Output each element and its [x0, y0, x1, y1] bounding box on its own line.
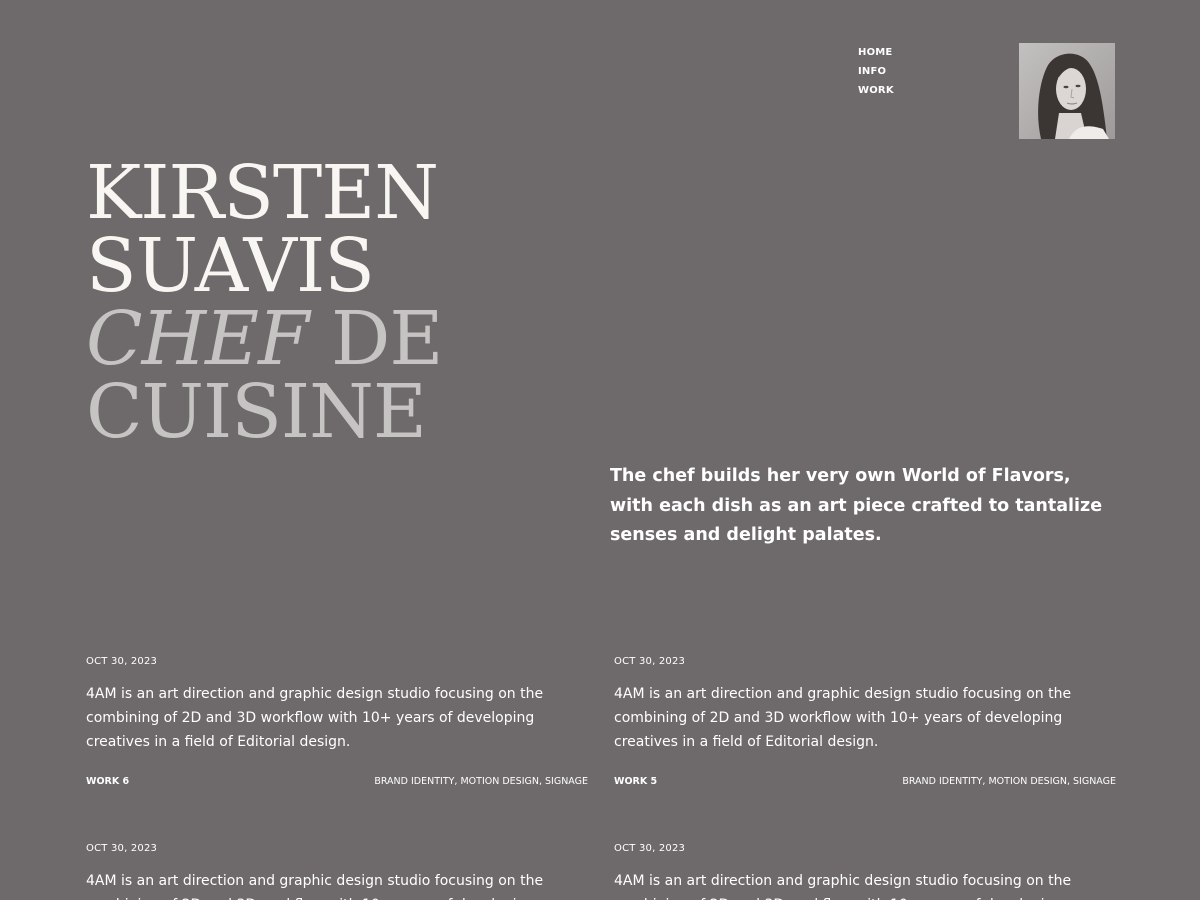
- work-footer: WORK 6 BRAND IDENTITY, MOTION DESIGN, SI…: [86, 775, 588, 789]
- hero-title: KIRSTEN SUAVIS CHEF DE CUISINE: [86, 150, 443, 455]
- nav-link-work[interactable]: WORK: [858, 81, 894, 100]
- hero-line-3: CHEF DE: [86, 302, 443, 376]
- work-date: OCT 30, 2023: [614, 843, 686, 854]
- hero-line-2: SUAVIS: [86, 223, 375, 309]
- work-footer: WORK 5 BRAND IDENTITY, MOTION DESIGN, SI…: [614, 775, 1116, 789]
- work-card[interactable]: OCT 30, 2023 4AM is an art direction and…: [614, 656, 1116, 789]
- work-date: OCT 30, 2023: [86, 843, 158, 854]
- portrait-image: [1019, 43, 1115, 139]
- hero-line-4: CUISINE: [86, 369, 427, 455]
- avatar: [1019, 43, 1115, 139]
- work-card[interactable]: OCT 30, 2023 4AM is an art direction and…: [86, 843, 588, 900]
- work-description: 4AM is an art direction and graphic desi…: [86, 686, 544, 750]
- work-description: 4AM is an art direction and graphic desi…: [614, 873, 1072, 900]
- nav-link-info[interactable]: INFO: [858, 62, 894, 81]
- work-tags: BRAND IDENTITY, MOTION DESIGN, SIGNAGE: [902, 776, 1116, 787]
- tagline: The chef builds her very own World of Fl…: [610, 466, 1103, 545]
- work-tags: BRAND IDENTITY, MOTION DESIGN, SIGNAGE: [374, 776, 588, 787]
- work-title-link[interactable]: WORK 6: [86, 775, 129, 789]
- work-title-link[interactable]: WORK 5: [614, 775, 657, 789]
- nav-link-home[interactable]: HOME: [858, 43, 894, 62]
- work-date: OCT 30, 2023: [86, 656, 158, 667]
- work-date: OCT 30, 2023: [614, 656, 686, 667]
- work-description: 4AM is an art direction and graphic desi…: [614, 686, 1072, 750]
- hero-line-1: KIRSTEN: [86, 150, 439, 236]
- work-card[interactable]: OCT 30, 2023 4AM is an art direction and…: [614, 843, 1116, 900]
- work-card[interactable]: OCT 30, 2023 4AM is an art direction and…: [86, 656, 588, 789]
- main-nav: HOME INFO WORK: [858, 43, 894, 100]
- work-description: 4AM is an art direction and graphic desi…: [86, 873, 544, 900]
